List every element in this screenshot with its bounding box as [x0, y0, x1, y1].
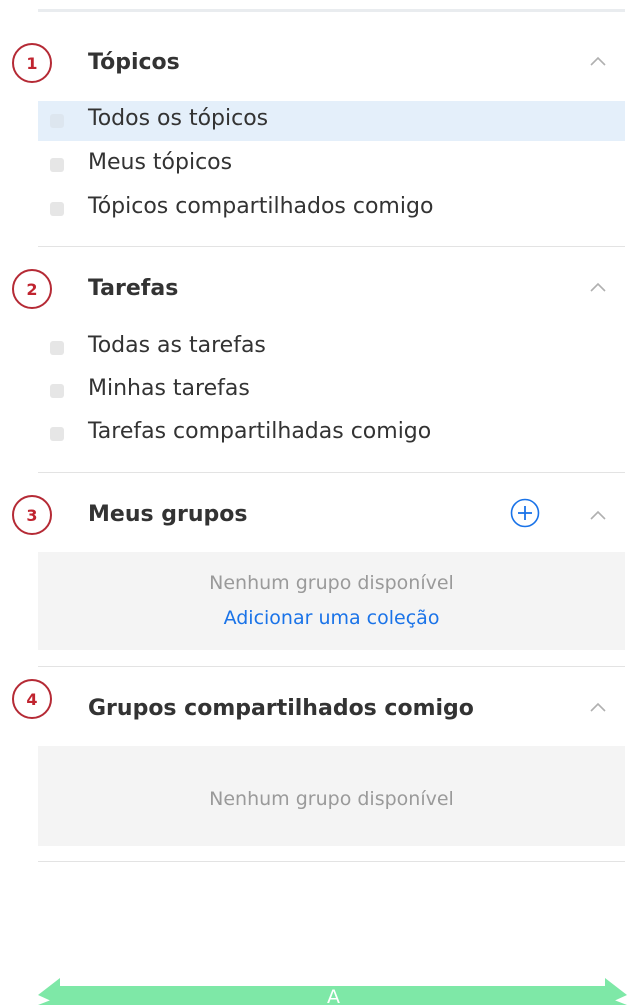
filter-item-meus-topicos[interactable]: Meus tópicos — [38, 145, 625, 185]
section-title-tarefas: Tarefas — [88, 276, 179, 301]
filter-item-label: Todas as tarefas — [88, 333, 266, 358]
filter-item-minhas-tarefas[interactable]: Minhas tarefas — [38, 371, 625, 411]
filter-item-label: Meus tópicos — [88, 150, 233, 175]
add-collection-link[interactable]: Adicionar uma coleção — [38, 607, 625, 629]
checkbox[interactable] — [50, 202, 64, 216]
filter-item-todos-os-topicos[interactable]: Todos os tópicos — [38, 101, 625, 141]
filter-item-tarefas-compartilhadas[interactable]: Tarefas compartilhadas comigo — [38, 414, 625, 454]
empty-state-text: Nenhum grupo disponível — [209, 572, 454, 594]
callout-number-2: 2 — [12, 269, 52, 309]
chevron-up-icon[interactable] — [588, 700, 608, 716]
section-title-topicos: Tópicos — [88, 50, 180, 75]
section-header-grupos-compartilhados[interactable]: 4 Grupos compartilhados comigo — [0, 676, 627, 726]
width-indicator-label: A — [327, 986, 340, 1005]
add-group-button[interactable] — [510, 498, 540, 528]
callout-number-3: 3 — [12, 495, 52, 535]
section-divider — [38, 861, 625, 862]
checkbox[interactable] — [50, 341, 64, 355]
checkbox[interactable] — [50, 384, 64, 398]
section-divider — [38, 246, 625, 247]
filter-item-topicos-compartilhados[interactable]: Tópicos compartilhados comigo — [38, 189, 625, 229]
top-divider — [38, 9, 625, 12]
chevron-up-icon[interactable] — [588, 508, 608, 524]
section-title-meus-grupos: Meus grupos — [88, 502, 248, 527]
filter-item-label: Minhas tarefas — [88, 376, 250, 401]
empty-state-meus-grupos: Nenhum grupo disponível Adicionar uma co… — [38, 552, 625, 650]
filter-item-todas-as-tarefas[interactable]: Todas as tarefas — [38, 328, 625, 368]
filter-panel: 1 Tópicos Todos os tópicos Meus tópicos … — [0, 0, 627, 1005]
empty-state-grupos-compartilhados: Nenhum grupo disponível — [38, 746, 625, 846]
filter-item-label: Todos os tópicos — [88, 106, 269, 131]
section-header-topicos[interactable]: 1 Tópicos — [0, 40, 627, 90]
section-divider — [38, 666, 625, 667]
section-header-tarefas[interactable]: 2 Tarefas — [0, 266, 627, 316]
callout-number-1: 1 — [12, 43, 52, 83]
empty-state-text: Nenhum grupo disponível — [209, 788, 454, 810]
section-header-meus-grupos[interactable]: 3 Meus grupos — [0, 492, 627, 542]
checkbox[interactable] — [50, 427, 64, 441]
section-title-grupos-compartilhados: Grupos compartilhados comigo — [88, 696, 474, 721]
checkbox[interactable] — [50, 114, 64, 128]
section-divider — [38, 472, 625, 473]
chevron-up-icon[interactable] — [588, 280, 608, 296]
chevron-up-icon[interactable] — [588, 54, 608, 70]
checkbox[interactable] — [50, 158, 64, 172]
filter-item-label: Tarefas compartilhadas comigo — [88, 419, 432, 444]
filter-item-label: Tópicos compartilhados comigo — [88, 194, 434, 219]
callout-number-4: 4 — [12, 679, 52, 719]
